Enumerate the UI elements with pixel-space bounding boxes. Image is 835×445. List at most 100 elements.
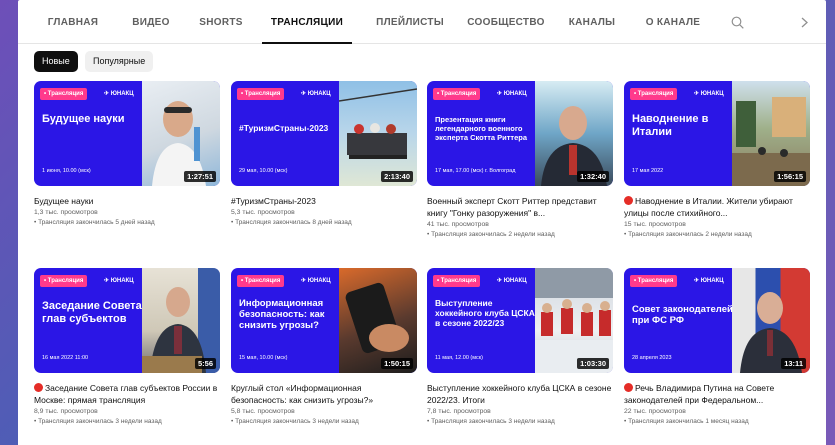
- channel-logo: ✈ ЮНАКЦ: [104, 91, 134, 97]
- thumbnail-date: 17 мая 2022: [632, 168, 664, 174]
- video-thumbnail[interactable]: • Трансляция ✈ ЮНАКЦ Совет законодателей…: [624, 268, 810, 373]
- thumbnail-headline: Информационная безопасность: как снизить…: [239, 298, 325, 331]
- live-dot-icon: [34, 383, 43, 392]
- thumbnail-headline: Наводнение в Италии: [632, 113, 709, 138]
- video-card[interactable]: • Трансляция ✈ ЮНАКЦ Презентация книги л…: [427, 81, 613, 240]
- tab-community[interactable]: СООБЩЕСТВО: [466, 0, 546, 44]
- video-thumbnail[interactable]: • Трансляция ✈ ЮНАКЦ Будущее науки 1 июн…: [34, 81, 220, 186]
- view-count: 7,8 тыс. просмотров: [427, 408, 491, 415]
- thumbnail-headline: Будущее науки: [42, 113, 125, 125]
- stream-status: • Трансляция закончилась 2 недели назад: [624, 231, 752, 238]
- channel-logo: ✈ ЮНАКЦ: [104, 278, 134, 284]
- tab-live[interactable]: ТРАНСЛЯЦИИ: [262, 0, 352, 44]
- live-dot-icon: [624, 383, 633, 392]
- live-tag: • Трансляция: [630, 88, 678, 100]
- view-count: 41 тыс. просмотров: [427, 221, 489, 228]
- search-icon[interactable]: [731, 16, 744, 29]
- view-count: 5,3 тыс. просмотров: [231, 209, 295, 216]
- stream-status: • Трансляция закончилась 8 дней назад: [231, 219, 352, 226]
- channel-logo: ✈ ЮНАКЦ: [497, 278, 527, 284]
- live-tag: • Трансляция: [433, 275, 481, 287]
- video-title[interactable]: Наводнение в Италии. Жители убирают улиц…: [624, 195, 810, 219]
- video-card[interactable]: • Трансляция ✈ ЮНАКЦ Информационная безо…: [231, 268, 417, 427]
- stream-status: • Трансляция закончилась 1 месяц назад: [624, 418, 749, 425]
- duration-badge: 1:27:51: [184, 171, 216, 182]
- stream-status: • Трансляция закончилась 3 недели назад: [231, 418, 359, 425]
- video-title-text: Заседание Совета глав субъектов России в…: [34, 383, 218, 405]
- video-thumbnail[interactable]: • Трансляция ✈ ЮНАКЦ #ТуризмСтраны-2023 …: [231, 81, 417, 186]
- duration-badge: 1:32:40: [577, 171, 609, 182]
- thumbnail-date: 11 мая, 12.00 (мск): [435, 355, 484, 361]
- view-count: 22 тыс. просмотров: [624, 408, 686, 415]
- live-tag: • Трансляция: [630, 275, 678, 287]
- tab-about[interactable]: О КАНАЛЕ: [640, 0, 706, 44]
- stream-status: • Трансляция закончилась 5 дней назад: [34, 219, 155, 226]
- channel-logo: ✈ ЮНАКЦ: [497, 91, 527, 97]
- duration-badge: 1:56:15: [774, 171, 806, 182]
- channel-logo: ✈ ЮНАКЦ: [694, 91, 724, 97]
- tab-videos[interactable]: ВИДЕО: [126, 0, 176, 44]
- duration-badge: 1:50:15: [381, 358, 413, 369]
- chevron-right-icon[interactable]: [800, 17, 809, 28]
- video-title[interactable]: Круглый стол «Информационная безопасност…: [231, 382, 417, 406]
- duration-badge: 13:11: [781, 358, 806, 369]
- video-card[interactable]: • Трансляция ✈ ЮНАКЦ Наводнение в Италии…: [624, 81, 810, 240]
- duration-badge: 2:13:40: [381, 171, 413, 182]
- video-thumbnail[interactable]: • Трансляция ✈ ЮНАКЦ Заседание Совета гл…: [34, 268, 220, 373]
- live-tag: • Трансляция: [237, 275, 285, 287]
- video-card[interactable]: • Трансляция ✈ ЮНАКЦ Совет законодателей…: [624, 268, 810, 427]
- thumbnail-headline: Заседание Совета глав субъектов: [42, 300, 142, 325]
- video-title[interactable]: Речь Владимира Путина на Совете законода…: [624, 382, 810, 406]
- live-tag: • Трансляция: [40, 88, 88, 100]
- stream-status: • Трансляция закончилась 3 недели назад: [427, 418, 555, 425]
- tab-playlists[interactable]: ПЛЕЙЛИСТЫ: [370, 0, 450, 44]
- view-count: 8,9 тыс. просмотров: [34, 408, 98, 415]
- video-title-text: Речь Владимира Путина на Совете законода…: [624, 383, 775, 405]
- live-dot-icon: [624, 196, 633, 205]
- thumbnail-date: 15 мая, 10.00 (мск): [239, 355, 288, 361]
- channel-logo: ✈ ЮНАКЦ: [301, 278, 331, 284]
- duration-badge: 1:03:30: [577, 358, 609, 369]
- thumbnail-date: 17 мая, 17.00 (мск) г. Волгоград: [435, 168, 516, 174]
- video-thumbnail[interactable]: • Трансляция ✈ ЮНАКЦ Выступление хоккейн…: [427, 268, 613, 373]
- stream-status: • Трансляция закончилась 3 недели назад: [34, 418, 162, 425]
- video-title[interactable]: Выступление хоккейного клуба ЦСКА в сезо…: [427, 382, 613, 406]
- thumbnail-date: 16 мая 2022 11:00: [42, 355, 89, 361]
- chip-popular[interactable]: Популярные: [85, 51, 154, 72]
- view-count: 5,8 тыс. просмотров: [231, 408, 295, 415]
- thumbnail-date: 28 апреля 2023: [632, 355, 672, 361]
- channel-tabs: ГЛАВНАЯ ВИДЕО SHORTS ТРАНСЛЯЦИИ ПЛЕЙЛИСТ…: [18, 0, 826, 44]
- thumbnail-headline: Презентация книги легендарного военного …: [435, 115, 528, 142]
- video-thumbnail[interactable]: • Трансляция ✈ ЮНАКЦ Информационная безо…: [231, 268, 417, 373]
- channel-logo: ✈ ЮНАКЦ: [694, 278, 724, 284]
- view-count: 1,3 тыс. просмотров: [34, 209, 98, 216]
- video-card[interactable]: • Трансляция ✈ ЮНАКЦ #ТуризмСтраны-2023 …: [231, 81, 417, 228]
- video-thumbnail[interactable]: • Трансляция ✈ ЮНАКЦ Наводнение в Италии…: [624, 81, 810, 186]
- video-title[interactable]: Военный эксперт Скотт Риттер представит …: [427, 195, 613, 219]
- duration-badge: 5:56: [194, 358, 216, 369]
- video-title[interactable]: Заседание Совета глав субъектов России в…: [34, 382, 220, 406]
- thumbnail-headline: Совет законодателей при ФС РФ: [632, 304, 733, 326]
- chip-newest[interactable]: Новые: [34, 51, 78, 72]
- video-card[interactable]: • Трансляция ✈ ЮНАКЦ Заседание Совета гл…: [34, 268, 220, 427]
- live-tag: • Трансляция: [40, 275, 88, 287]
- stream-status: • Трансляция закончилась 2 недели назад: [427, 231, 555, 238]
- video-title[interactable]: Будущее науки: [34, 195, 220, 207]
- video-title-text: Наводнение в Италии. Жители убирают улиц…: [624, 196, 793, 218]
- channel-logo: ✈ ЮНАКЦ: [301, 91, 331, 97]
- thumbnail-headline: #ТуризмСтраны-2023: [239, 123, 329, 133]
- video-card[interactable]: • Трансляция ✈ ЮНАКЦ Выступление хоккейн…: [427, 268, 613, 427]
- channel-page: ГЛАВНАЯ ВИДЕО SHORTS ТРАНСЛЯЦИИ ПЛЕЙЛИСТ…: [18, 0, 826, 445]
- video-title[interactable]: #ТуризмСтраны-2023: [231, 195, 417, 207]
- live-tag: • Трансляция: [433, 88, 481, 100]
- video-thumbnail[interactable]: • Трансляция ✈ ЮНАКЦ Презентация книги л…: [427, 81, 613, 186]
- thumbnail-date: 29 мая, 10.00 (мск): [239, 168, 288, 174]
- thumbnail-date: 1 июня, 10.00 (мск): [42, 168, 91, 174]
- tab-shorts[interactable]: SHORTS: [196, 0, 246, 44]
- tab-home[interactable]: ГЛАВНАЯ: [38, 0, 108, 44]
- live-tag: • Трансляция: [237, 88, 285, 100]
- thumbnail-headline: Выступление хоккейного клуба ЦСКА в сезо…: [435, 298, 535, 328]
- tab-channels[interactable]: КАНАЛЫ: [566, 0, 618, 44]
- video-card[interactable]: • Трансляция ✈ ЮНАКЦ Будущее науки 1 июн…: [34, 81, 220, 228]
- view-count: 15 тыс. просмотров: [624, 221, 686, 228]
